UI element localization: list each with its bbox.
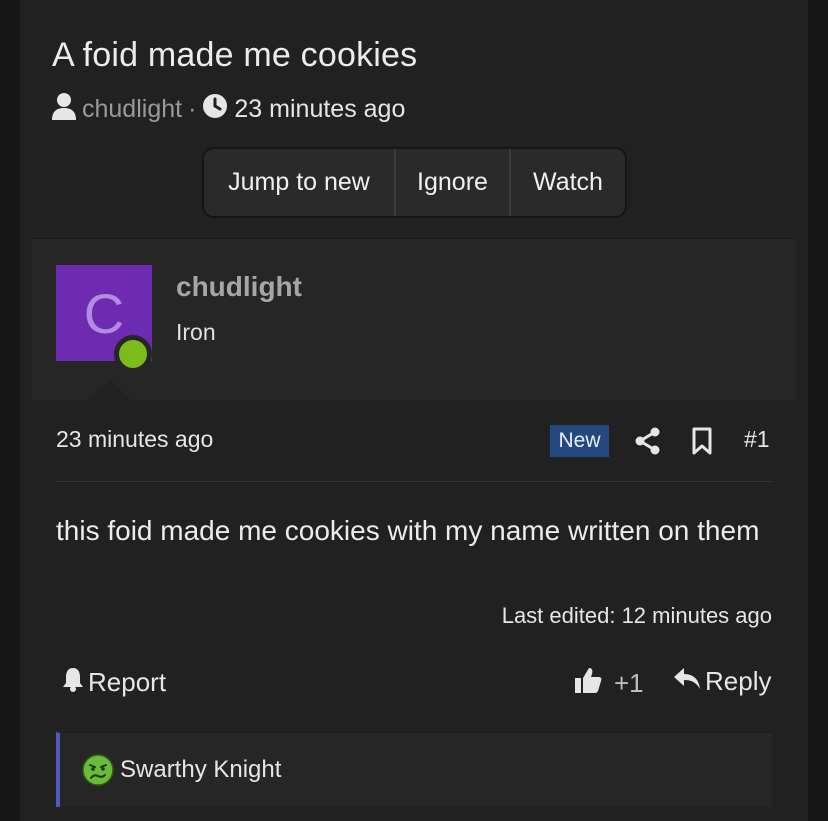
like-button[interactable]: +1	[574, 666, 644, 701]
reply-button[interactable]: Reply	[673, 666, 771, 697]
share-icon[interactable]	[634, 426, 662, 456]
clock-icon	[202, 93, 228, 126]
poster-info: C chudlight Iron	[32, 238, 796, 400]
reactions-bar[interactable]: Swarthy Knight	[56, 732, 772, 807]
reactor-name[interactable]: Swarthy Knight	[120, 756, 281, 784]
meta-separator: ·	[188, 94, 197, 123]
post-number-link[interactable]: #1	[744, 426, 770, 453]
last-edited: Last edited: 12 minutes ago	[501, 603, 772, 628]
thumbs-up-icon	[574, 666, 606, 701]
new-badge: New	[550, 425, 609, 457]
reply-arrow-icon	[673, 666, 705, 697]
thread-action-group: Jump to new Ignore Watch	[202, 147, 627, 218]
bookmark-icon[interactable]	[690, 426, 714, 456]
post-time[interactable]: 23 minutes ago	[56, 426, 213, 453]
thread-time: 23 minutes ago	[234, 94, 406, 123]
thread-title: A foid made me cookies	[52, 36, 418, 74]
report-label: Report	[88, 667, 167, 697]
report-button[interactable]: Report	[62, 666, 166, 699]
post-body: this foid made me cookies with my name w…	[56, 515, 760, 546]
like-count: +1	[614, 668, 644, 698]
jump-to-new-button[interactable]: Jump to new	[204, 149, 396, 216]
watch-button[interactable]: Watch	[511, 149, 625, 216]
post-divider	[56, 481, 772, 482]
poster-username[interactable]: chudlight	[176, 271, 302, 303]
reply-label: Reply	[705, 666, 772, 696]
poster-rank: Iron	[176, 319, 216, 345]
online-status-indicator	[114, 335, 152, 373]
sick-face-icon	[82, 754, 114, 786]
bell-icon	[62, 666, 88, 699]
user-icon	[52, 92, 76, 127]
ignore-button[interactable]: Ignore	[396, 149, 511, 216]
thread-author-link[interactable]: chudlight	[82, 95, 182, 124]
thread-meta: chudlight · 23 minutes ago	[52, 92, 405, 126]
poster-caret	[88, 379, 132, 401]
